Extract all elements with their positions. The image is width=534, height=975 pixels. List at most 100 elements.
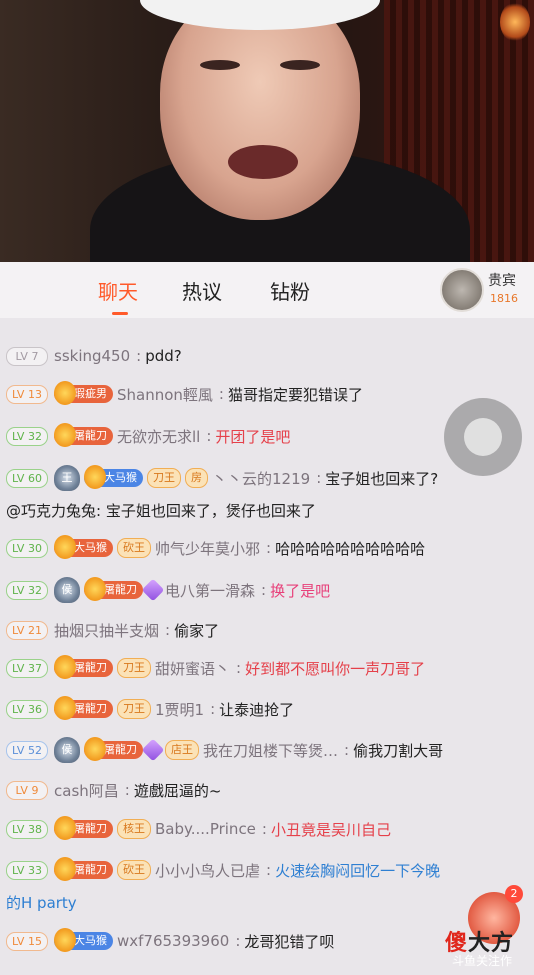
fan-badge: 屠龍刀 bbox=[54, 857, 113, 881]
level-badge: LV 60 bbox=[6, 468, 48, 488]
diamond-icon bbox=[141, 738, 165, 762]
gift-count-badge: 2 bbox=[505, 885, 523, 903]
colon: : bbox=[236, 659, 242, 677]
level-badge: LV 52 bbox=[6, 740, 48, 760]
level-badge: LV 33 bbox=[6, 860, 48, 880]
vip-label[interactable]: 贵宾 bbox=[488, 270, 516, 290]
username[interactable]: 甜妍蜜语丶 bbox=[155, 658, 230, 679]
live-video-stream[interactable] bbox=[0, 0, 534, 262]
message-text: 猫哥指定要犯错误了 bbox=[227, 385, 363, 404]
colon: : bbox=[210, 700, 216, 718]
username[interactable]: 我在刀姐楼下等煲… bbox=[203, 740, 338, 761]
username[interactable]: wxf765393960 bbox=[117, 932, 229, 950]
fan-badge: 大马猴 bbox=[54, 928, 113, 952]
level-badge: LV 32 bbox=[6, 426, 48, 446]
level-badge: LV 30 bbox=[6, 538, 48, 558]
tab-hot-discussion[interactable]: 热议 bbox=[182, 276, 222, 305]
level-badge: LV 7 bbox=[6, 346, 48, 366]
chat-message: LV 36 屠龍刀 刀王 1贾明1 : 让泰迪抢了 bbox=[6, 696, 294, 722]
level-badge: LV 37 bbox=[6, 658, 48, 678]
colon: : bbox=[266, 861, 272, 879]
username[interactable]: Shannon輕風 bbox=[117, 384, 213, 405]
message-text: pdd? bbox=[145, 347, 182, 365]
noble-shield-icon: 侯 bbox=[54, 577, 80, 603]
message-text: 遊戲屈逼的~ bbox=[133, 781, 222, 800]
message-text: 哈哈哈哈哈哈哈哈哈哈 bbox=[275, 539, 426, 558]
message-text: 小丑竟是吴川自己 bbox=[270, 820, 391, 839]
colon: : bbox=[261, 820, 267, 838]
message-text: 换了是吧 bbox=[270, 581, 331, 600]
level-badge: LV 13 bbox=[6, 384, 48, 404]
title-badge: 核王 bbox=[117, 819, 151, 839]
username[interactable]: 无欲亦无求ll bbox=[117, 426, 200, 447]
username[interactable]: 小小小鸟人已虐 bbox=[155, 860, 260, 881]
username[interactable]: 抽烟只抽半支烟 bbox=[54, 620, 159, 641]
username[interactable]: 电八第一滑森 bbox=[165, 580, 255, 601]
chat-message: LV 21 抽烟只抽半支烟 : 偷家了 bbox=[6, 617, 219, 643]
username[interactable]: 丶丶云的1219 bbox=[212, 468, 310, 489]
colon: : bbox=[206, 427, 212, 445]
message-text: 偷我刀割大哥 bbox=[353, 741, 444, 760]
fan-badge: 大马猴 bbox=[84, 465, 143, 489]
colon: : bbox=[316, 469, 322, 487]
active-tab-indicator bbox=[112, 312, 128, 315]
level-badge: LV 9 bbox=[6, 780, 48, 800]
chat-message: LV 32 屠龍刀 无欲亦无求ll : 开团了是吧 bbox=[6, 423, 290, 449]
title-badge: 砍王 bbox=[117, 538, 151, 558]
chat-message: LV 32 侯 屠龍刀 电八第一滑森 : 换了是吧 bbox=[6, 577, 330, 603]
colon: : bbox=[235, 932, 241, 950]
chat-message: LV 38 屠龍刀 核王 Baby....Prince : 小丑竟是吴川自己 bbox=[6, 816, 391, 842]
message-text: 偷家了 bbox=[174, 621, 220, 640]
message-text: 好到都不愿叫你一声刀哥了 bbox=[245, 659, 426, 678]
title-badge: 砍王 bbox=[117, 860, 151, 880]
chat-message: LV 52 侯 屠龍刀 店王 我在刀姐楼下等煲… : 偷我刀割大哥 bbox=[6, 737, 443, 763]
username[interactable]: Baby....Prince bbox=[155, 820, 256, 838]
chat-message: LV 15 大马猴 wxf765393960 : 龙哥犯错了呗 bbox=[6, 928, 334, 954]
fan-badge: 屠龍刀 bbox=[84, 577, 143, 601]
noble-shield-icon: 王 bbox=[54, 465, 80, 491]
fan-badge: 瑕疵男 bbox=[54, 381, 113, 405]
colon: : bbox=[218, 385, 224, 403]
floating-assistive-ball[interactable] bbox=[444, 398, 522, 476]
chat-message: LV 37 屠龍刀 刀王 甜妍蜜语丶 : 好到都不愿叫你一声刀哥了 bbox=[6, 655, 425, 681]
title-badge: 店王 bbox=[165, 740, 199, 760]
chat-message: LV 9 cash阿昌 : 遊戲屈逼的~ bbox=[6, 777, 221, 803]
username[interactable]: ssking450 bbox=[54, 347, 130, 365]
fan-badge: 屠龍刀 bbox=[84, 737, 143, 761]
message-text: 火速绘胸闷回忆一下今晚 bbox=[275, 861, 441, 880]
chat-message-continuation: 的H party bbox=[6, 894, 77, 912]
username[interactable]: 1贾明1 bbox=[155, 699, 204, 720]
fan-badge: 屠龍刀 bbox=[54, 816, 113, 840]
noble-shield-icon: 侯 bbox=[54, 737, 80, 763]
level-badge: LV 21 bbox=[6, 620, 48, 640]
title-badge: 刀王 bbox=[147, 468, 181, 488]
message-text: 宝子姐也回来了? bbox=[325, 469, 439, 488]
username[interactable]: 帅气少年莫小邪 bbox=[155, 538, 260, 559]
colon: : bbox=[165, 621, 171, 639]
tab-chat[interactable]: 聊天 bbox=[98, 276, 138, 305]
chat-message: LV 30 大马猴 砍王 帅气少年莫小邪 : 哈哈哈哈哈哈哈哈哈哈 bbox=[6, 535, 425, 561]
vip-count: 1816 bbox=[490, 292, 518, 305]
colon: : bbox=[136, 347, 142, 365]
diamond-icon bbox=[141, 578, 165, 602]
level-badge: LV 38 bbox=[6, 819, 48, 839]
chat-message: LV 60 王 大马猴 刀王 房 丶丶云的1219 : 宝子姐也回来了? bbox=[6, 465, 438, 491]
chat-message: LV 7 ssking450 : pdd? bbox=[6, 343, 182, 369]
chat-message-continuation: @巧克力兔兔: 宝子姐也回来了，煲仔也回来了 bbox=[6, 502, 316, 520]
title-badge: 刀王 bbox=[117, 699, 151, 719]
video-background-lamp bbox=[500, 2, 530, 42]
colon: : bbox=[261, 581, 267, 599]
colon: : bbox=[266, 539, 272, 557]
fan-badge: 屠龍刀 bbox=[54, 423, 113, 447]
video-eye-right bbox=[280, 60, 320, 70]
message-text: 让泰迪抢了 bbox=[219, 700, 295, 719]
fan-badge: 屠龍刀 bbox=[54, 696, 113, 720]
title-badge: 刀王 bbox=[117, 658, 151, 678]
vip-avatar[interactable] bbox=[440, 268, 484, 312]
level-badge: LV 15 bbox=[6, 931, 48, 951]
chat-message: LV 33 屠龍刀 砍王 小小小鸟人已虐 : 火速绘胸闷回忆一下今晚 bbox=[6, 857, 440, 883]
username[interactable]: cash阿昌 bbox=[54, 780, 119, 801]
tab-diamond-fans[interactable]: 钻粉 bbox=[270, 276, 310, 305]
colon: : bbox=[344, 741, 350, 759]
video-streamer-hair bbox=[140, 0, 380, 30]
